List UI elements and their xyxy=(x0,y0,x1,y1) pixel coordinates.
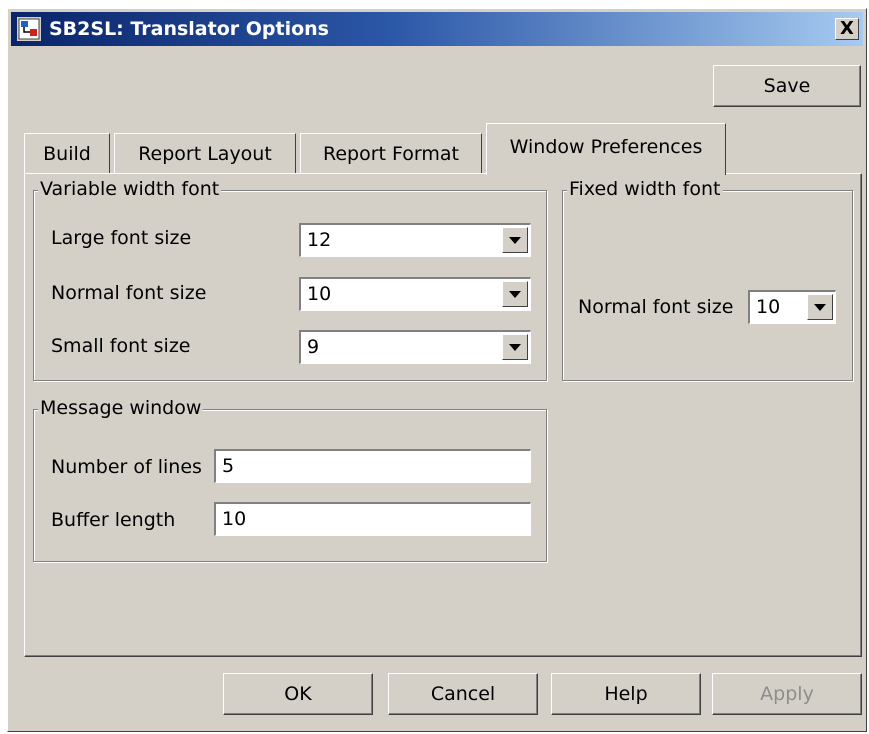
cancel-button-label: Cancel xyxy=(430,683,496,705)
translator-options-dialog: SB2SL: Translator Options X Save Build R… xyxy=(7,8,867,732)
tab-build[interactable]: Build xyxy=(24,133,110,173)
tab-report-format[interactable]: Report Format xyxy=(300,133,482,173)
help-button[interactable]: Help xyxy=(551,673,701,715)
tab-label: Report Layout xyxy=(138,142,272,165)
apply-button[interactable]: Apply xyxy=(712,673,862,715)
tab-window-preferences[interactable]: Window Preferences xyxy=(486,123,726,177)
tab-label: Window Preferences xyxy=(509,136,703,158)
apply-button-label: Apply xyxy=(760,683,814,705)
title-bar[interactable]: SB2SL: Translator Options X xyxy=(11,12,863,46)
tab-panel xyxy=(24,173,862,657)
tab-report-layout[interactable]: Report Layout xyxy=(114,133,296,173)
ok-button-label: OK xyxy=(284,683,312,705)
cancel-button[interactable]: Cancel xyxy=(388,673,538,715)
ok-button[interactable]: OK xyxy=(223,673,373,715)
tab-label: Report Format xyxy=(323,142,459,165)
help-button-label: Help xyxy=(604,683,648,705)
tab-label: Build xyxy=(43,142,91,165)
save-button[interactable]: Save xyxy=(713,65,861,107)
save-button-label: Save xyxy=(763,75,811,97)
close-button[interactable]: X xyxy=(835,18,859,40)
close-icon: X xyxy=(840,18,854,39)
app-icon xyxy=(17,17,41,41)
window-title: SB2SL: Translator Options xyxy=(49,18,329,40)
